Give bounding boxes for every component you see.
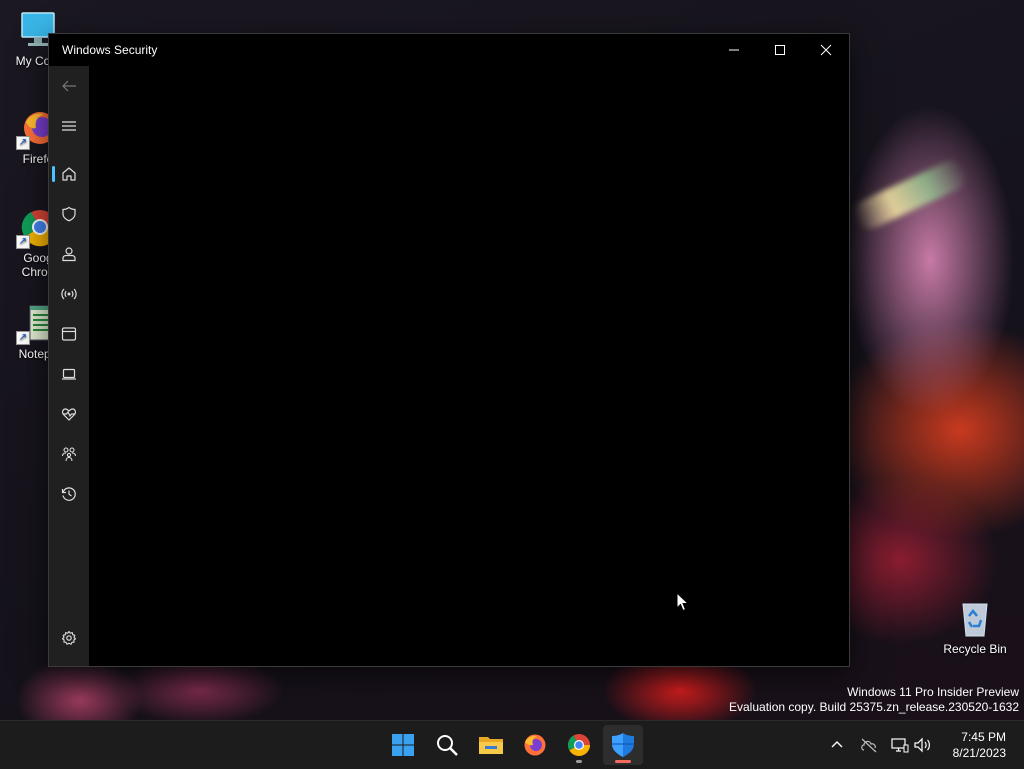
chevron-up-icon xyxy=(831,741,843,748)
folder-icon xyxy=(479,737,503,754)
main-content-area xyxy=(89,66,849,666)
nav-family-options[interactable] xyxy=(49,436,89,472)
firefox-icon xyxy=(524,734,546,756)
window-title: Windows Security xyxy=(62,43,158,57)
file-explorer-button[interactable] xyxy=(471,725,511,765)
close-icon xyxy=(820,44,832,56)
menu-button[interactable] xyxy=(49,108,89,144)
maximize-icon xyxy=(775,45,785,55)
shield-icon xyxy=(62,206,76,222)
chrome-taskbar-button[interactable] xyxy=(559,725,599,765)
desktop-icon-label: Recycle Bin xyxy=(943,642,1007,656)
security-shield-icon xyxy=(612,733,634,757)
tray-network-off[interactable] xyxy=(857,733,881,757)
tray-display-network[interactable] xyxy=(888,733,912,757)
shortcut-arrow-icon: ↗ xyxy=(16,136,30,150)
back-button[interactable] xyxy=(49,68,89,104)
start-button[interactable] xyxy=(383,725,423,765)
evaluation-watermark: Windows 11 Pro Insider Preview Evaluatio… xyxy=(729,685,1019,715)
wireless-icon xyxy=(61,288,77,300)
display-network-icon xyxy=(891,738,909,753)
home-icon xyxy=(62,167,76,181)
family-icon xyxy=(61,447,77,462)
maximize-button[interactable] xyxy=(757,34,803,66)
system-clock[interactable]: 7:45 PM 8/21/2023 xyxy=(953,729,1006,761)
title-bar[interactable]: Windows Security xyxy=(49,34,849,66)
browser-window-icon xyxy=(61,327,77,341)
gear-icon xyxy=(61,630,77,645)
search-icon xyxy=(437,735,458,756)
watermark-line-1: Windows 11 Pro Insider Preview xyxy=(847,685,1019,699)
active-indicator xyxy=(615,760,631,763)
clock-time: 7:45 PM xyxy=(961,730,1006,744)
nav-device-security[interactable] xyxy=(49,356,89,392)
desktop-icon-recycle-bin[interactable]: Recycle Bin xyxy=(940,598,1010,656)
show-hidden-icons-button[interactable] xyxy=(825,733,849,757)
nav-protection-history[interactable] xyxy=(49,476,89,512)
minimize-icon xyxy=(729,49,739,51)
wallpaper-highlight xyxy=(849,156,971,234)
mouse-cursor xyxy=(676,591,690,617)
search-button[interactable] xyxy=(427,725,467,765)
volume-icon xyxy=(914,737,930,753)
minimize-button[interactable] xyxy=(711,34,757,66)
laptop-icon xyxy=(62,368,76,380)
nav-account-protection[interactable] xyxy=(49,236,89,272)
nav-app-browser-control[interactable] xyxy=(49,316,89,352)
nav-home[interactable] xyxy=(49,156,89,192)
nav-settings[interactable] xyxy=(49,620,89,656)
windows-security-window: Windows Security xyxy=(48,33,850,667)
taskbar: 7:45 PM 8/21/2023 xyxy=(0,720,1024,769)
navigation-sidebar xyxy=(49,66,89,666)
shortcut-arrow-icon: ↗ xyxy=(16,331,30,345)
nav-firewall[interactable] xyxy=(49,276,89,312)
firefox-taskbar-button[interactable] xyxy=(515,725,555,765)
heart-pulse-icon xyxy=(61,408,77,421)
recycle-bin-icon xyxy=(955,598,995,638)
person-icon xyxy=(62,247,76,262)
hamburger-menu-icon xyxy=(62,121,76,131)
running-indicator xyxy=(576,760,582,763)
chrome-icon xyxy=(568,734,590,756)
nav-virus-protection[interactable] xyxy=(49,196,89,232)
watermark-line-2: Evaluation copy. Build 25375.zn_release.… xyxy=(729,700,1019,714)
history-icon xyxy=(61,487,76,501)
back-arrow-icon xyxy=(62,80,76,92)
tray-volume[interactable] xyxy=(911,733,935,757)
windows-logo-icon xyxy=(392,734,414,756)
nav-device-performance[interactable] xyxy=(49,396,89,432)
shortcut-arrow-icon: ↗ xyxy=(16,235,30,249)
close-button[interactable] xyxy=(803,34,849,66)
clock-date: 8/21/2023 xyxy=(952,746,1006,760)
network-off-icon xyxy=(861,738,877,753)
windows-security-taskbar-button[interactable] xyxy=(603,725,643,765)
